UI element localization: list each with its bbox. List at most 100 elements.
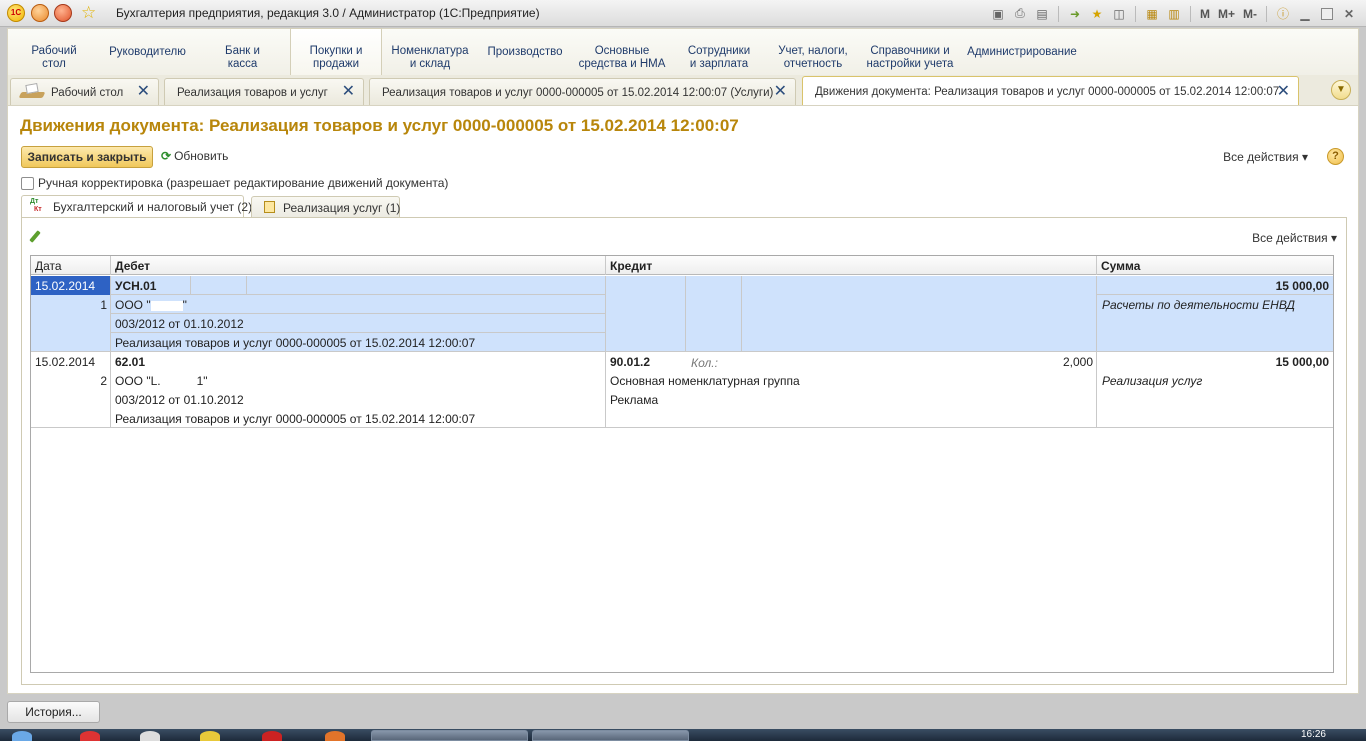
debit-subconto-2: 003/2012 от 01.10.2012 — [115, 393, 244, 407]
taskbar-clock: 16:26 — [1300, 729, 1326, 740]
main-menu-icon[interactable] — [31, 4, 49, 22]
tab-sales-list[interactable]: Реализация товаров и услуг ✕ — [164, 78, 364, 105]
section-bank[interactable]: Банк и касса — [195, 29, 290, 75]
taskbar-app-icon[interactable] — [200, 731, 220, 741]
section-references[interactable]: Справочники и настройки учета — [860, 29, 960, 75]
manual-correction-checkbox[interactable] — [21, 176, 34, 190]
section-production[interactable]: Производство — [478, 29, 572, 75]
credit-subconto-1: Основная номенклатурная группа — [610, 374, 800, 388]
preview-icon[interactable]: ▤ — [1033, 5, 1051, 23]
credit-account: 90.01.2 — [610, 355, 651, 369]
taskbar-app-icon[interactable] — [325, 731, 345, 741]
desktop-icon — [18, 83, 46, 101]
favorites-star-icon[interactable]: ☆ — [81, 3, 96, 23]
close-window-icon[interactable]: ✕ — [1340, 5, 1358, 23]
debit-account: 62.01 — [115, 355, 146, 369]
column-debit[interactable]: Дебет — [111, 256, 606, 275]
edit-pencil-icon[interactable] — [28, 230, 42, 244]
section-administration[interactable]: Администрирование — [960, 29, 1084, 75]
table-row[interactable]: 15.02.2014 2 62.01 ООО "L. 1" 003/2012 от… — [31, 352, 1333, 428]
tab-label: Реализация услуг (1) — [283, 201, 401, 215]
debit-subconto-3: Реализация товаров и услуг 0000-000005 о… — [115, 412, 476, 426]
save-icon[interactable]: ▣ — [989, 5, 1007, 23]
column-credit[interactable]: Кредит — [606, 256, 1097, 275]
start-button-icon[interactable] — [12, 731, 32, 741]
minimize-icon[interactable]: ▁ — [1296, 5, 1314, 23]
column-amount[interactable]: Сумма — [1097, 256, 1333, 275]
row-date: 15.02.2014 — [35, 355, 96, 369]
save-and-close-button[interactable]: Записать и закрыть — [21, 146, 153, 168]
history-button[interactable]: История... — [7, 701, 100, 723]
tab-services-sales[interactable]: Реализация услуг (1) — [251, 196, 400, 217]
section-taxes[interactable]: Учет, налоги, отчетность — [766, 29, 860, 75]
taskbar-app-icon[interactable] — [80, 731, 100, 741]
help-icon[interactable]: ? — [1327, 148, 1344, 165]
credit-quantity-label: Кол.: — [691, 356, 718, 370]
restore-icon[interactable] — [1318, 5, 1336, 23]
tab-label: Бухгалтерский и налоговый учет (2) — [53, 200, 253, 214]
memory-minus-button[interactable]: M- — [1241, 5, 1259, 23]
title-bar: 1С ☆ Бухгалтерия предприятия, редакция 3… — [0, 0, 1366, 27]
tab-document-movements[interactable]: Движения документа: Реализация товаров и… — [802, 76, 1299, 106]
section-nomenclature[interactable]: Номенклатура и склад — [382, 29, 478, 75]
title-bar-tools: ▣ ⎙ ▤ ➜ ★ ◫ ▦ ▥ M M+ M- ⓘ ▁ ✕ — [989, 3, 1358, 24]
tab-desktop[interactable]: Рабочий стол ✕ — [10, 78, 159, 105]
tab-sales-document[interactable]: Реализация товаров и услуг 0000-000005 о… — [369, 78, 796, 105]
taskbar-app-icon[interactable] — [262, 731, 282, 741]
refresh-icon: ⟳ — [161, 149, 172, 163]
close-icon[interactable]: ✕ — [774, 84, 787, 100]
app-logo-icon[interactable]: 1С — [7, 4, 25, 22]
manual-correction-label: Ручная корректировка (разрешает редактир… — [38, 176, 449, 190]
tab-label: Реализация товаров и услуг — [177, 87, 328, 99]
tab-label: Рабочий стол — [51, 87, 124, 99]
memory-button[interactable]: M — [1198, 5, 1212, 23]
memory-plus-button[interactable]: M+ — [1216, 5, 1237, 23]
record-icon[interactable] — [54, 4, 72, 22]
calendar-icon[interactable]: ▥ — [1165, 5, 1183, 23]
section-employees[interactable]: Сотрудники и зарплата — [672, 29, 766, 75]
close-icon[interactable]: ✕ — [137, 84, 150, 100]
redacted-text — [150, 300, 183, 311]
print-icon[interactable]: ⎙ — [1011, 5, 1029, 23]
section-purchases-sales[interactable]: Покупки и продажи — [290, 28, 382, 76]
separator — [1189, 5, 1191, 22]
history-icon[interactable]: ◫ — [1110, 5, 1128, 23]
row-number: 2 — [100, 374, 107, 388]
tabs-menu-chevron-icon[interactable]: ▼ — [1331, 80, 1351, 100]
page-title: Движения документа: Реализация товаров и… — [20, 116, 739, 135]
tab-accounting[interactable]: Дт Кт Бухгалтерский и налоговый учет (2) — [21, 195, 252, 218]
debit-credit-icon: Дт Кт — [30, 198, 42, 213]
section-fixed-assets[interactable]: Основные средства и НМА — [572, 29, 672, 75]
separator — [1134, 5, 1136, 22]
section-manager[interactable]: Руководителю — [100, 29, 195, 75]
grid-all-actions-menu[interactable]: Все действия ▾ — [1252, 231, 1337, 245]
amount: 15 000,00 — [1275, 355, 1329, 369]
favorite-icon[interactable]: ★ — [1088, 5, 1106, 23]
amount-note: Реализация услуг — [1102, 374, 1203, 388]
table-header: Дата Дебет Кредит Сумма — [31, 256, 1333, 275]
accounting-panel: Все действия ▾ Дата Дебет Кредит Сумма 1… — [21, 217, 1347, 685]
open-windows-bar: Рабочий стол ✕ Реализация товаров и услу… — [7, 75, 1359, 106]
all-actions-menu[interactable]: Все действия ▾ — [1223, 150, 1308, 164]
credit-subconto-2: Реклама — [610, 393, 659, 407]
row-number: 1 — [100, 298, 107, 312]
calculator-icon[interactable]: ▦ — [1143, 5, 1161, 23]
info-icon[interactable]: ⓘ — [1274, 5, 1292, 23]
taskbar-window-button[interactable] — [532, 730, 689, 741]
navigate-icon[interactable]: ➜ — [1066, 5, 1084, 23]
close-icon[interactable]: ✕ — [342, 84, 355, 100]
taskbar-app-icon[interactable] — [140, 731, 160, 741]
amount-note: Расчеты по деятельности ЕНВД — [1102, 298, 1296, 312]
movements-table[interactable]: Дата Дебет Кредит Сумма 15.02.2014 1 УСН… — [30, 255, 1334, 673]
separator — [1266, 5, 1267, 22]
separator — [1057, 5, 1059, 22]
table-row[interactable]: 15.02.2014 1 УСН.01 ООО " " 003/2012 от 0… — [31, 276, 1333, 352]
column-date[interactable]: Дата — [31, 256, 111, 275]
tab-label: Реализация товаров и услуг 0000-000005 о… — [382, 87, 774, 99]
manual-correction-row: Ручная корректировка (разрешает редактир… — [21, 176, 448, 190]
section-desktop[interactable]: Рабочий стол — [8, 29, 100, 75]
taskbar-window-button[interactable] — [371, 730, 528, 741]
refresh-button[interactable]: ⟳ Обновить — [161, 149, 228, 163]
close-icon[interactable]: ✕ — [1277, 84, 1290, 100]
window-title: Бухгалтерия предприятия, редакция 3.0 / … — [116, 6, 540, 20]
